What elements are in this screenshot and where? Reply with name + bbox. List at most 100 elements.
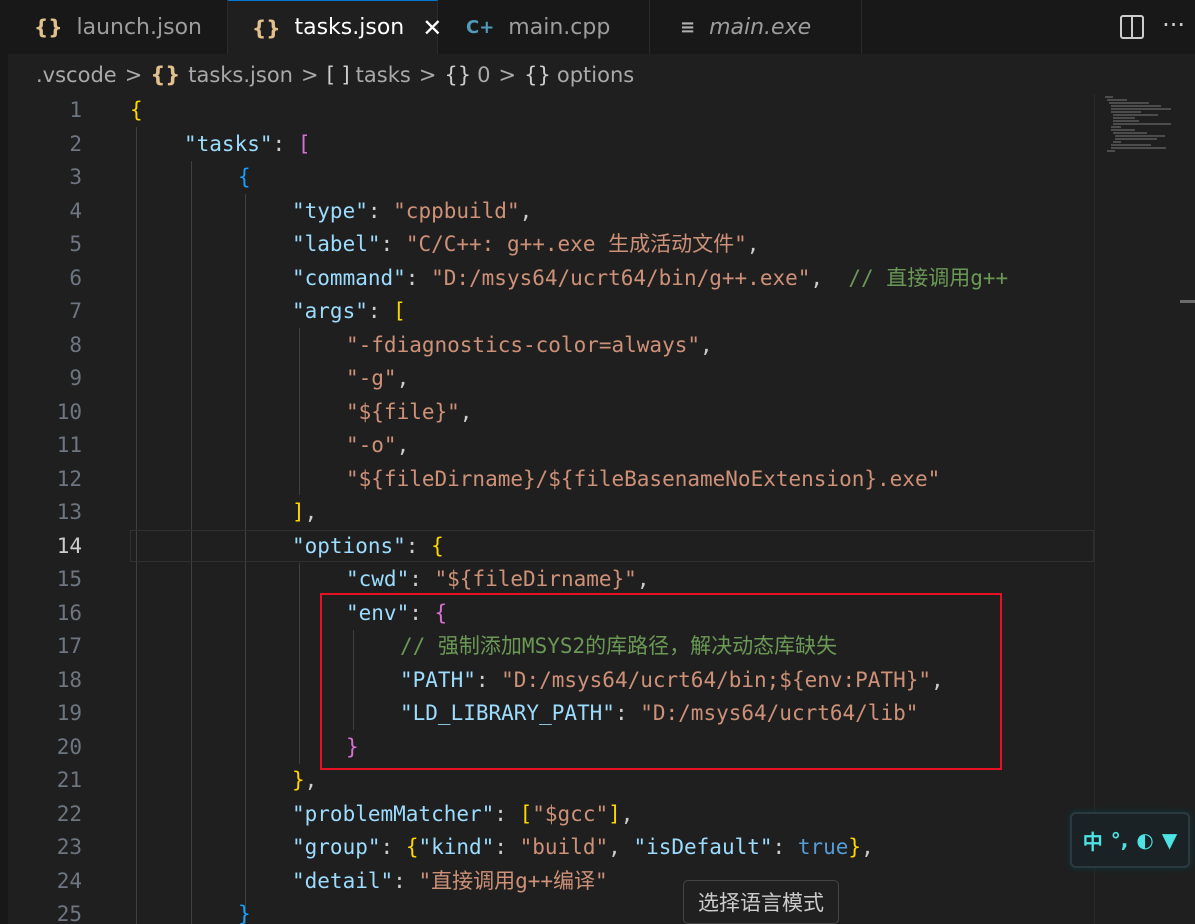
minimap[interactable] <box>1094 94 1181 924</box>
code-line: 3 { <box>8 161 1094 195</box>
json-string: "-fdiagnostics-color=always" <box>346 332 701 357</box>
code-line: 6 "command": "D:/msys64/ucrt64/bin/g++.e… <box>8 262 1094 296</box>
object-icon: {} <box>524 63 551 87</box>
comma: , <box>459 399 473 424</box>
breadcrumb-array[interactable]: tasks <box>356 63 411 87</box>
json-string: "C/C++: g++.exe 生成活动文件" <box>405 232 747 256</box>
bracket: ] <box>292 500 305 524</box>
colon: : <box>409 567 435 591</box>
brace: { <box>238 165 251 189</box>
chevron-right-icon: > <box>498 63 517 87</box>
colon: : <box>405 533 432 558</box>
plain-file-icon: ≡ <box>680 16 696 38</box>
json-key: "command" <box>292 265 406 290</box>
colon: : <box>494 801 520 826</box>
brace: } <box>292 768 305 792</box>
comma: , <box>700 332 713 357</box>
comma: , <box>396 366 410 390</box>
tab-main-exe[interactable]: ≡ main.exe <box>650 0 862 54</box>
bracket: [ <box>519 801 533 826</box>
line-number: 14 <box>56 533 82 558</box>
json-key: "args" <box>292 299 368 323</box>
line-number: 17 <box>56 634 82 658</box>
line-number: 13 <box>56 500 82 524</box>
chevron-right-icon: > <box>300 63 319 87</box>
ime-punctuation-indicator[interactable]: °, <box>1111 828 1129 852</box>
breadcrumb-folder[interactable]: .vscode <box>36 63 117 87</box>
colon: : <box>367 299 394 323</box>
json-file-icon: {} <box>252 15 281 40</box>
editor-actions: ··· <box>1120 10 1185 40</box>
code-editor[interactable]: 1 { 2 "tasks": [ 3 { 4 "type": "cppbuild… <box>8 94 1094 924</box>
json-key: "kind" <box>418 835 495 859</box>
comma: , <box>304 500 318 524</box>
line-number: 24 <box>56 868 82 893</box>
more-actions-icon[interactable]: ··· <box>1162 10 1185 40</box>
tab-main-cpp[interactable]: C+ main.cpp <box>438 0 650 54</box>
shirt-icon[interactable]: ▼ <box>1162 828 1177 852</box>
chevron-right-icon: > <box>418 63 437 87</box>
line-number: 9 <box>69 366 82 390</box>
line-number: 10 <box>56 399 82 424</box>
code-line: 4 "type": "cppbuild", <box>8 195 1094 229</box>
bracket: ] <box>608 801 621 826</box>
moon-icon[interactable]: ◐ <box>1136 828 1153 852</box>
breadcrumb-property[interactable]: options <box>557 63 634 87</box>
line-number: 23 <box>56 835 82 859</box>
brace: } <box>848 835 862 859</box>
line-number: 4 <box>69 198 82 223</box>
current-line-highlight <box>130 529 1094 562</box>
line-number: 12 <box>56 466 82 491</box>
line-number: 5 <box>69 232 82 256</box>
tab-tasks-json[interactable]: {} tasks.json ✕ <box>228 0 442 54</box>
highlight-annotation-box <box>320 593 1002 770</box>
code-line: 15 "cwd": "${fileDirname}", <box>8 563 1094 597</box>
json-string: "D:/msys64/ucrt64/bin/g++.exe" <box>431 265 811 290</box>
json-string: "$gcc" <box>532 801 609 826</box>
tab-label: main.exe <box>709 14 812 40</box>
code-line: 23 "group": {"kind": "build", "isDefault… <box>8 831 1094 865</box>
line-number: 18 <box>56 667 82 692</box>
json-file-icon: {} <box>34 15 63 39</box>
code-comment: // 直接调用g++ <box>848 265 1009 290</box>
json-key: "tasks" <box>184 131 273 156</box>
tab-launch-json[interactable]: {} launch.json <box>8 0 228 54</box>
line-number: 8 <box>69 332 82 357</box>
line-number: 3 <box>69 165 82 189</box>
comma: , <box>620 801 634 826</box>
line-number: 2 <box>69 131 82 156</box>
ime-language-indicator[interactable]: 中 <box>1083 826 1103 855</box>
colon: : <box>380 232 406 256</box>
split-editor-icon[interactable] <box>1120 15 1145 39</box>
json-string: "${fileDirname}/${fileBasenameNoExtensio… <box>346 466 941 491</box>
line-number: 6 <box>69 265 82 290</box>
line-number: 15 <box>56 567 82 591</box>
breadcrumb-index[interactable]: 0 <box>477 63 490 87</box>
json-string: "-o" <box>346 433 397 457</box>
vertical-scrollbar[interactable] <box>1180 94 1195 924</box>
bracket: [ <box>297 131 311 156</box>
editor-tab-bar: {} launch.json {} tasks.json ✕ C+ main.c… <box>0 0 1195 54</box>
json-string: "build" <box>519 835 609 859</box>
json-string: "${fileDirname}" <box>434 567 637 591</box>
line-number: 1 <box>69 98 82 122</box>
brace: { <box>431 533 444 558</box>
colon: : <box>367 198 394 223</box>
line-number: 19 <box>56 701 82 725</box>
comma: , <box>608 835 621 859</box>
comma: , <box>746 232 760 256</box>
ime-toolbar[interactable]: 中 °, ◐ ▼ <box>1070 812 1190 868</box>
json-string: "${file}" <box>346 399 460 424</box>
colon: : <box>405 265 432 290</box>
brace: { <box>405 835 419 859</box>
language-mode-tooltip: 选择语言模式 <box>683 880 839 924</box>
json-string: "cppbuild" <box>393 198 520 223</box>
comma: , <box>304 768 318 792</box>
code-line: 7 "args": [ <box>8 295 1094 329</box>
json-key: "isDefault" <box>633 835 773 859</box>
tab-label: launch.json <box>76 14 202 40</box>
breadcrumb-file[interactable]: tasks.json <box>188 63 293 87</box>
code-line: 5 "label": "C/C++: g++.exe 生成活动文件", <box>8 228 1094 262</box>
code-line: 24 "detail": "直接调用g++编译" <box>8 865 1094 899</box>
json-key: "label" <box>292 232 381 256</box>
